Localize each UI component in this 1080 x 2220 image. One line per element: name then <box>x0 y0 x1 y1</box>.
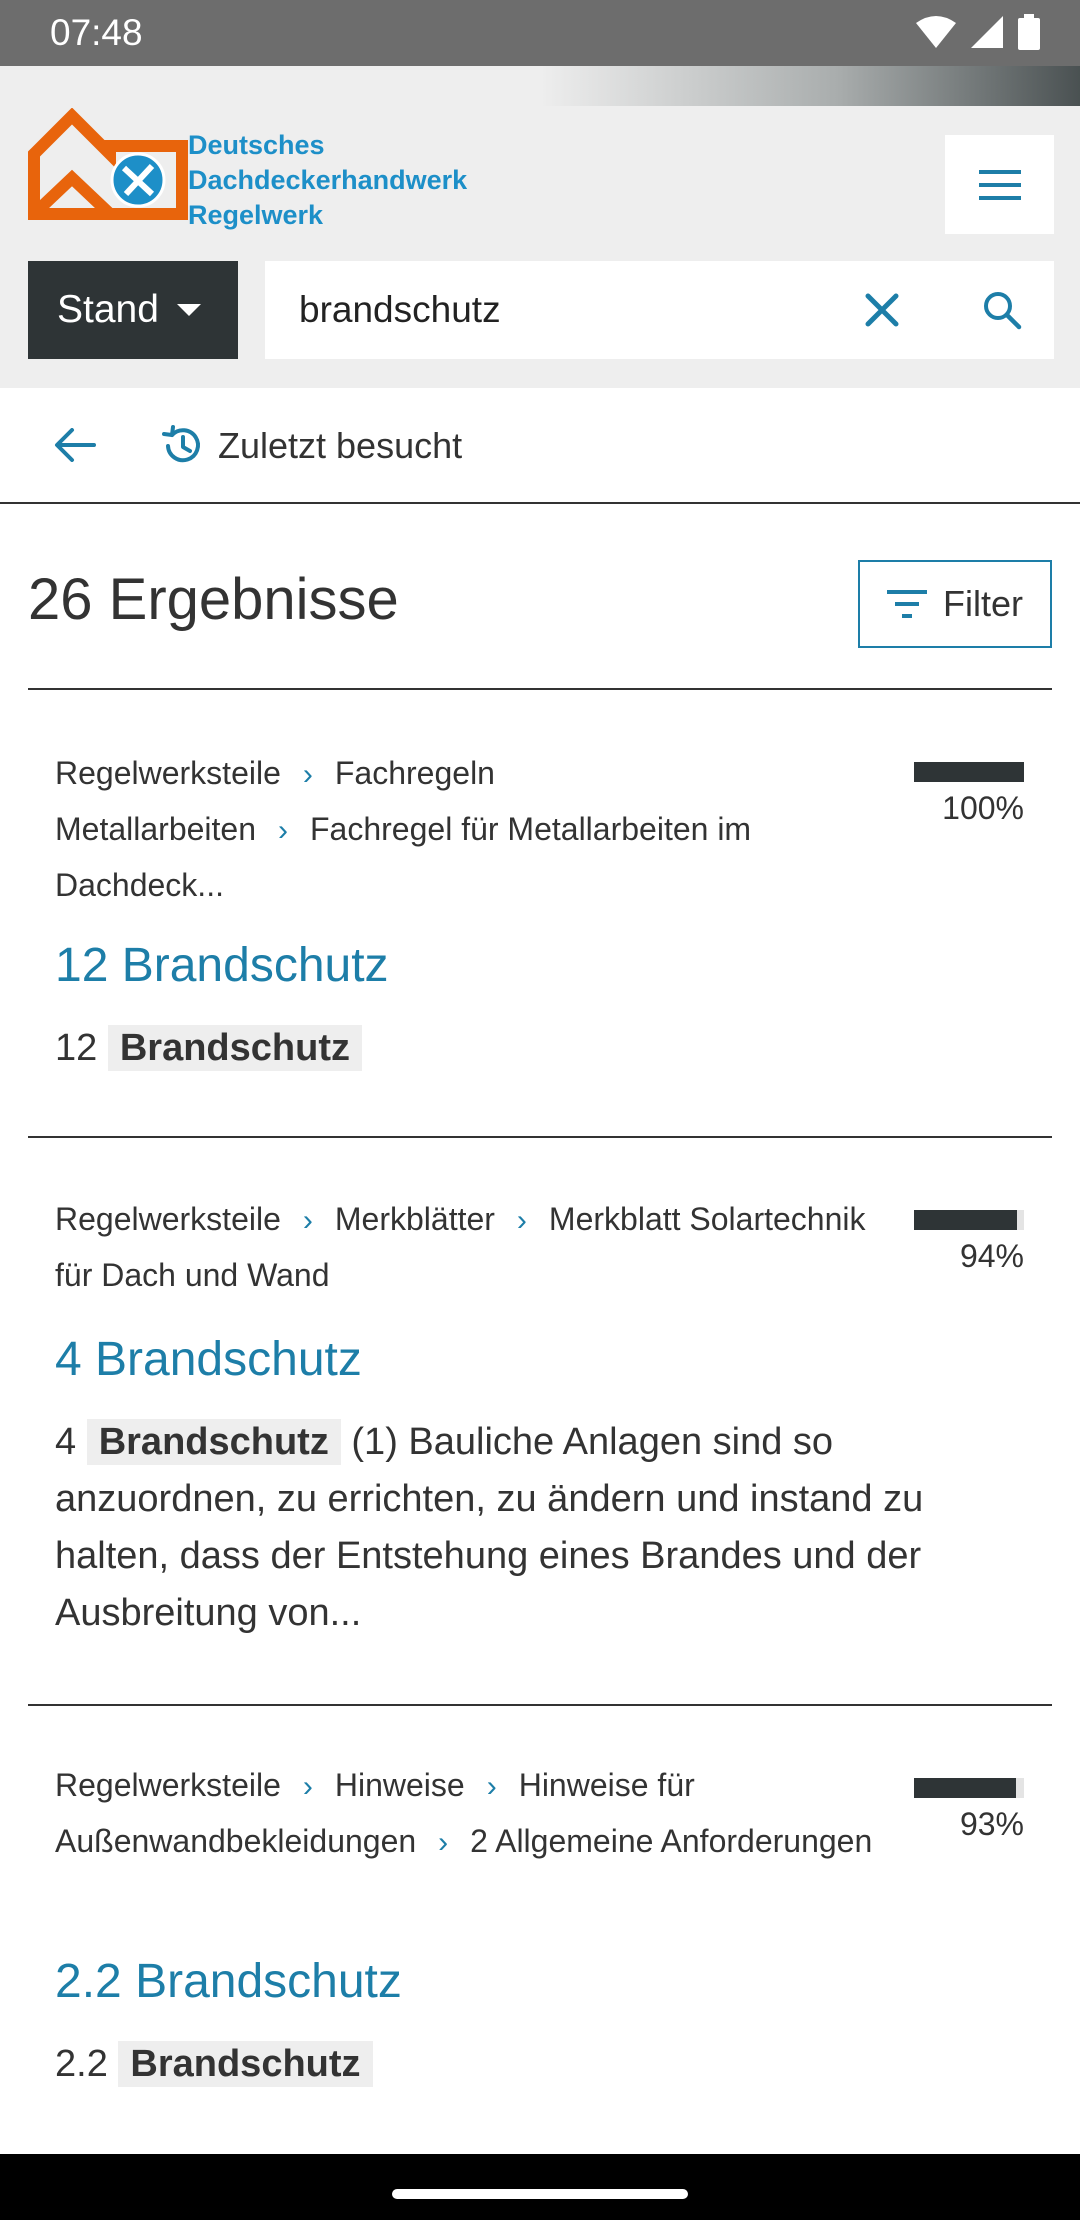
home-gesture-handle[interactable] <box>392 2189 688 2199</box>
snippet-prefix: 2.2 <box>55 2043 108 2085</box>
caret-down-icon <box>176 304 201 316</box>
snippet-prefix: 12 <box>55 1027 98 1069</box>
search-box <box>265 261 1054 359</box>
search-input[interactable] <box>299 261 819 359</box>
recently-visited-label: Zuletzt besucht <box>218 425 463 466</box>
search-button[interactable] <box>977 285 1027 335</box>
snippet-highlight: Brandschutz <box>118 2041 373 2087</box>
arrow-left-icon <box>55 428 96 462</box>
status-icons <box>916 14 1040 50</box>
logo-line-1: Deutsches <box>188 130 325 160</box>
relevance-bar <box>914 1210 1024 1230</box>
chevron-right-icon: › <box>486 1770 497 1803</box>
chevron-right-icon: › <box>278 814 288 847</box>
breadcrumb-item[interactable]: 2 Allgemeine Anforderungen <box>470 1823 872 1859</box>
header-gradient <box>540 66 1080 106</box>
relevance-bar-fill <box>914 762 1024 782</box>
history-icon <box>162 425 200 463</box>
chevron-right-icon: › <box>516 1204 527 1237</box>
snippet-highlight: Brandschutz <box>86 1419 341 1465</box>
logo-text: Deutsches Dachdeckerhandwerk Regelwerk <box>188 128 467 233</box>
result-item[interactable]: Regelwerksteile › Hinweise › Hinweise für Au… <box>28 1706 1052 2154</box>
stand-label: Stand <box>57 288 159 331</box>
result-breadcrumb: Regelwerksteile › Hinweise › Hinweise für Au… <box>55 1758 875 1870</box>
relevance-bar <box>914 1778 1024 1798</box>
snippet-prefix: 4 <box>55 1421 77 1463</box>
chevron-right-icon: › <box>302 1204 313 1237</box>
breadcrumb-item[interactable]: Regelwerksteile <box>55 755 281 791</box>
result-item[interactable]: Regelwerksteile › Merkblätter › Merkblatt So… <box>28 1138 1052 1704</box>
filter-icon <box>887 590 927 618</box>
relevance-percent: 100% <box>942 790 1024 826</box>
breadcrumb-item[interactable]: Regelwerksteile <box>55 1201 281 1237</box>
recently-visited-button[interactable]: Zuletzt besucht <box>160 416 462 476</box>
battery-icon <box>1018 14 1040 50</box>
logo-line-3: Regelwerk <box>188 200 324 230</box>
clear-search-button[interactable] <box>857 285 907 335</box>
search-icon <box>984 292 1022 330</box>
breadcrumb-item[interactable]: Hinweise <box>335 1767 465 1803</box>
menu-button[interactable] <box>945 135 1054 234</box>
back-button[interactable] <box>50 420 100 470</box>
breadcrumb-item[interactable]: Fachregeln <box>335 755 495 791</box>
nav-row: Zuletzt besucht <box>0 388 1080 504</box>
result-item[interactable]: Regelwerksteile › Fachregeln Metallarbeite… <box>28 690 1052 1138</box>
wifi-icon <box>916 16 956 48</box>
relevance-score: 100% <box>914 762 1024 827</box>
relevance-percent: 93% <box>959 1806 1024 1842</box>
stand-dropdown[interactable]: Stand <box>28 261 238 359</box>
relevance-score: 93% <box>914 1778 1024 1843</box>
chevron-right-icon: › <box>438 1826 449 1859</box>
breadcrumb-item[interactable]: Metallarbeiten <box>55 811 256 847</box>
result-title[interactable]: 4 Brandschutz <box>55 1332 362 1387</box>
logo-line-2: Dachdeckerhandwerk <box>188 165 468 195</box>
filter-button[interactable]: Filter <box>858 560 1052 648</box>
app-header: Deutsches Dachdeckerhandwerk Regelwerk S… <box>0 66 1080 388</box>
breadcrumb-item[interactable]: Regelwerksteile <box>55 1767 281 1803</box>
system-navigation-bar <box>0 2154 1080 2220</box>
signal-icon <box>971 16 1003 48</box>
result-title[interactable]: 2.2 Brandschutz <box>55 1954 402 2009</box>
result-title[interactable]: 12 Brandschutz <box>55 938 389 993</box>
filter-label: Filter <box>943 583 1023 624</box>
result-breadcrumb: Regelwerksteile › Merkblätter › Merkblatt So… <box>55 1192 875 1302</box>
result-snippet: 12 Brandschutz <box>55 1020 1035 1077</box>
result-breadcrumb: Regelwerksteile › Fachregeln Metallarbeite… <box>55 746 875 912</box>
relevance-percent: 94% <box>959 1238 1024 1274</box>
close-icon <box>865 293 899 327</box>
relevance-bar-fill <box>914 1778 1017 1798</box>
logo-icon <box>28 108 188 220</box>
results-count: 26 Ergebnisse <box>28 567 399 632</box>
chevron-right-icon: › <box>302 1770 313 1803</box>
hamburger-icon <box>978 169 1021 200</box>
result-snippet: 2.2 Brandschutz <box>55 2036 1035 2093</box>
status-bar: 07:48 <box>0 0 1080 66</box>
result-snippet: 4 Brandschutz (1) Bauliche Anlagen sind … <box>55 1414 1035 1642</box>
relevance-score: 94% <box>914 1210 1024 1275</box>
relevance-bar <box>914 762 1024 782</box>
relevance-bar-fill <box>914 1210 1018 1230</box>
snippet-highlight: Brandschutz <box>107 1025 362 1071</box>
breadcrumb-item[interactable]: Merkblätter <box>335 1201 495 1237</box>
chevron-right-icon: › <box>302 758 313 791</box>
status-time: 07:48 <box>50 12 143 53</box>
